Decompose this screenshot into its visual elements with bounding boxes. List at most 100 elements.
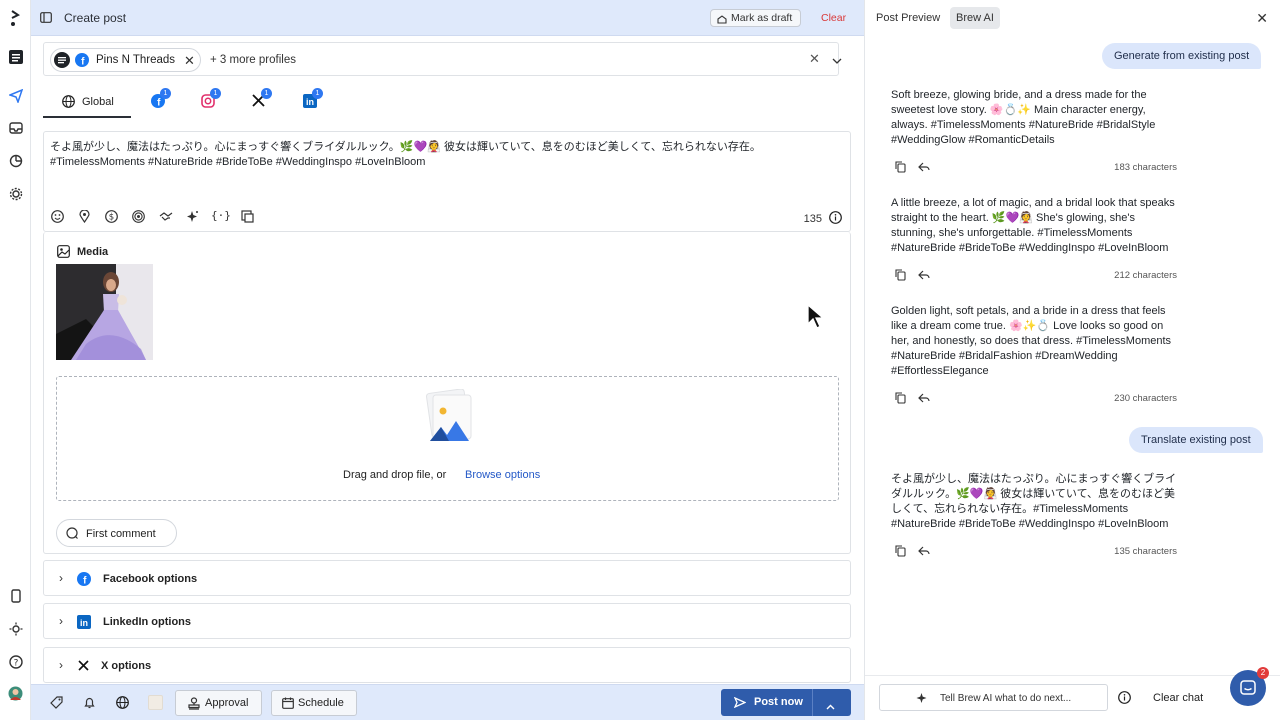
file-dropzone[interactable]: Drag and drop file, or Browse options — [56, 376, 839, 501]
tag-icon[interactable] — [50, 696, 63, 712]
ai-response: A little breeze, a lot of magic, and a b… — [891, 197, 1175, 254]
tab-instagram[interactable]: 1 — [193, 86, 223, 118]
info-icon[interactable] — [829, 211, 842, 227]
sparkles-ai-icon[interactable] — [186, 210, 199, 226]
sidebar-toggle-icon[interactable] — [40, 12, 52, 26]
post-text[interactable]: そよ風が少し、魔法はたっぷり。心にまっすぐ響くブライダルルック。🌿💜👰 彼女は輝… — [50, 140, 840, 170]
linkedin-options[interactable]: › in LinkedIn options — [43, 603, 851, 639]
post-text-editor[interactable]: そよ風が少し、魔法はたっぷり。心にまっすぐ響くブライダルルック。🌿💜👰 彼女は輝… — [43, 131, 851, 232]
reply-insert-icon[interactable] — [918, 269, 930, 284]
compose-icon[interactable] — [8, 49, 23, 64]
broadcast-icon[interactable] — [132, 210, 145, 226]
info-icon[interactable] — [1118, 691, 1131, 707]
help-icon[interactable]: ? — [8, 654, 23, 669]
x-options[interactable]: › X options — [43, 647, 851, 683]
ai-response-actions: 230 characters — [891, 392, 1177, 406]
media-title: Media — [77, 246, 109, 258]
analytics-icon[interactable] — [8, 153, 23, 168]
brew-ai-input[interactable]: Tell Brew AI what to do next... — [879, 684, 1108, 711]
more-profiles[interactable]: + 3 more profiles — [210, 54, 296, 66]
editor-bottombar: Approval Schedule Post now — [31, 684, 864, 720]
reply-insert-icon[interactable] — [918, 161, 930, 176]
chevron-up-icon[interactable] — [826, 699, 835, 713]
location-pin-icon[interactable] — [79, 209, 90, 226]
bell-icon[interactable] — [83, 696, 96, 712]
character-count: 212 characters — [1114, 270, 1177, 281]
chevron-down-icon[interactable] — [832, 54, 842, 68]
facebook-icon: f — [75, 53, 89, 70]
user-avatar[interactable] — [8, 686, 23, 701]
page-title: Create post — [64, 11, 127, 25]
dollar-icon[interactable]: $ — [105, 210, 118, 226]
support-chat-button[interactable]: 2 — [1230, 667, 1269, 706]
user-prompt-bubble: Generate from existing post — [1102, 43, 1262, 69]
svg-text:$: $ — [109, 213, 114, 223]
color-swatch[interactable] — [148, 695, 163, 710]
media-icon — [57, 245, 70, 261]
svg-text:?: ? — [13, 658, 18, 668]
network-tabs: Global f 1 1 1 in 1 — [43, 86, 839, 120]
variables-icon[interactable]: {·} — [211, 209, 231, 222]
settings-gear-icon[interactable] — [8, 186, 23, 201]
clear-chat-button[interactable]: Clear chat — [1153, 692, 1203, 704]
emoji-icon[interactable] — [51, 210, 64, 226]
send-icon — [733, 696, 747, 711]
ai-response: そよ風が少し、魔法はたっぷり。心にまっすぐ響くブライダルルック。🌿💜👰 彼女は輝… — [891, 473, 1177, 530]
editor-topbar: Create post Mark as draft Clear — [31, 0, 864, 36]
tab-post-preview[interactable]: Post Preview — [870, 7, 946, 29]
globe-icon — [62, 95, 75, 111]
copy-icon[interactable] — [895, 269, 906, 284]
close-panel-icon[interactable]: ✕ — [1256, 10, 1268, 27]
copy-icon[interactable] — [895, 392, 906, 407]
calendar-icon — [282, 697, 294, 712]
facebook-options[interactable]: › f Facebook options — [43, 560, 851, 596]
first-comment-label: First comment — [86, 528, 156, 540]
tab-linkedin[interactable]: in 1 — [295, 86, 325, 118]
post-now-button[interactable]: Post now — [721, 689, 851, 716]
x-logo-icon — [78, 660, 89, 674]
tab-brew-ai[interactable]: Brew AI — [950, 7, 1000, 29]
bride-photo-thumbnail[interactable] — [56, 264, 153, 360]
schedule-button[interactable]: Schedule — [271, 690, 357, 716]
tab-badge: 1 — [160, 88, 171, 99]
ai-response: Soft breeze, glowing bride, and a dress … — [891, 89, 1156, 146]
profile-selector[interactable]: f Pins N Threads ✕ + 3 more profiles ✕ — [43, 42, 842, 76]
inbox-icon[interactable] — [8, 120, 23, 135]
app-root: ? Create post Mark as draft Clear f Pins… — [0, 0, 1280, 720]
copy-icon[interactable] — [895, 545, 906, 560]
stamp-icon — [188, 697, 200, 713]
post-now-label: Post now — [754, 696, 803, 708]
browse-options-link[interactable]: Browse options — [465, 469, 540, 481]
remove-profile-icon[interactable]: ✕ — [184, 53, 195, 69]
globe-icon[interactable] — [116, 696, 129, 712]
linkedin-options-label: LinkedIn options — [103, 616, 191, 628]
x-options-label: X options — [101, 660, 152, 672]
profile-chip[interactable]: f Pins N Threads ✕ — [50, 48, 201, 72]
theme-sun-icon[interactable] — [8, 621, 23, 636]
copy-icon[interactable] — [895, 161, 906, 176]
first-comment-button[interactable]: First comment — [56, 519, 177, 547]
schedule-label: Schedule — [298, 697, 344, 709]
chat-bubble-icon — [1240, 680, 1256, 699]
publish-icon[interactable] — [8, 88, 23, 103]
mark-as-draft-button[interactable]: Mark as draft — [710, 9, 802, 27]
reply-insert-icon[interactable] — [918, 392, 930, 407]
ai-response: Golden light, soft petals, and a bride i… — [891, 305, 1172, 377]
facebook-icon: f — [77, 572, 91, 589]
clear-profiles-icon[interactable]: ✕ — [809, 51, 820, 67]
tab-x[interactable]: 1 — [244, 86, 274, 118]
tab-facebook[interactable]: f 1 — [143, 86, 173, 118]
comment-icon — [66, 527, 78, 542]
gallery-icon[interactable] — [241, 210, 254, 226]
tab-global[interactable]: Global — [43, 86, 131, 118]
approval-button[interactable]: Approval — [175, 690, 262, 716]
clear-button[interactable]: Clear — [821, 12, 846, 24]
character-count: 183 characters — [1114, 162, 1177, 173]
mouse-cursor-icon — [807, 303, 825, 333]
tab-badge: 1 — [312, 88, 323, 99]
app-logo-icon[interactable] — [8, 9, 23, 26]
editor-scroll-area[interactable]: f Pins N Threads ✕ + 3 more profiles ✕ G… — [31, 36, 864, 684]
handshake-icon[interactable] — [159, 210, 173, 226]
mobile-icon[interactable] — [8, 588, 23, 603]
reply-insert-icon[interactable] — [918, 545, 930, 560]
